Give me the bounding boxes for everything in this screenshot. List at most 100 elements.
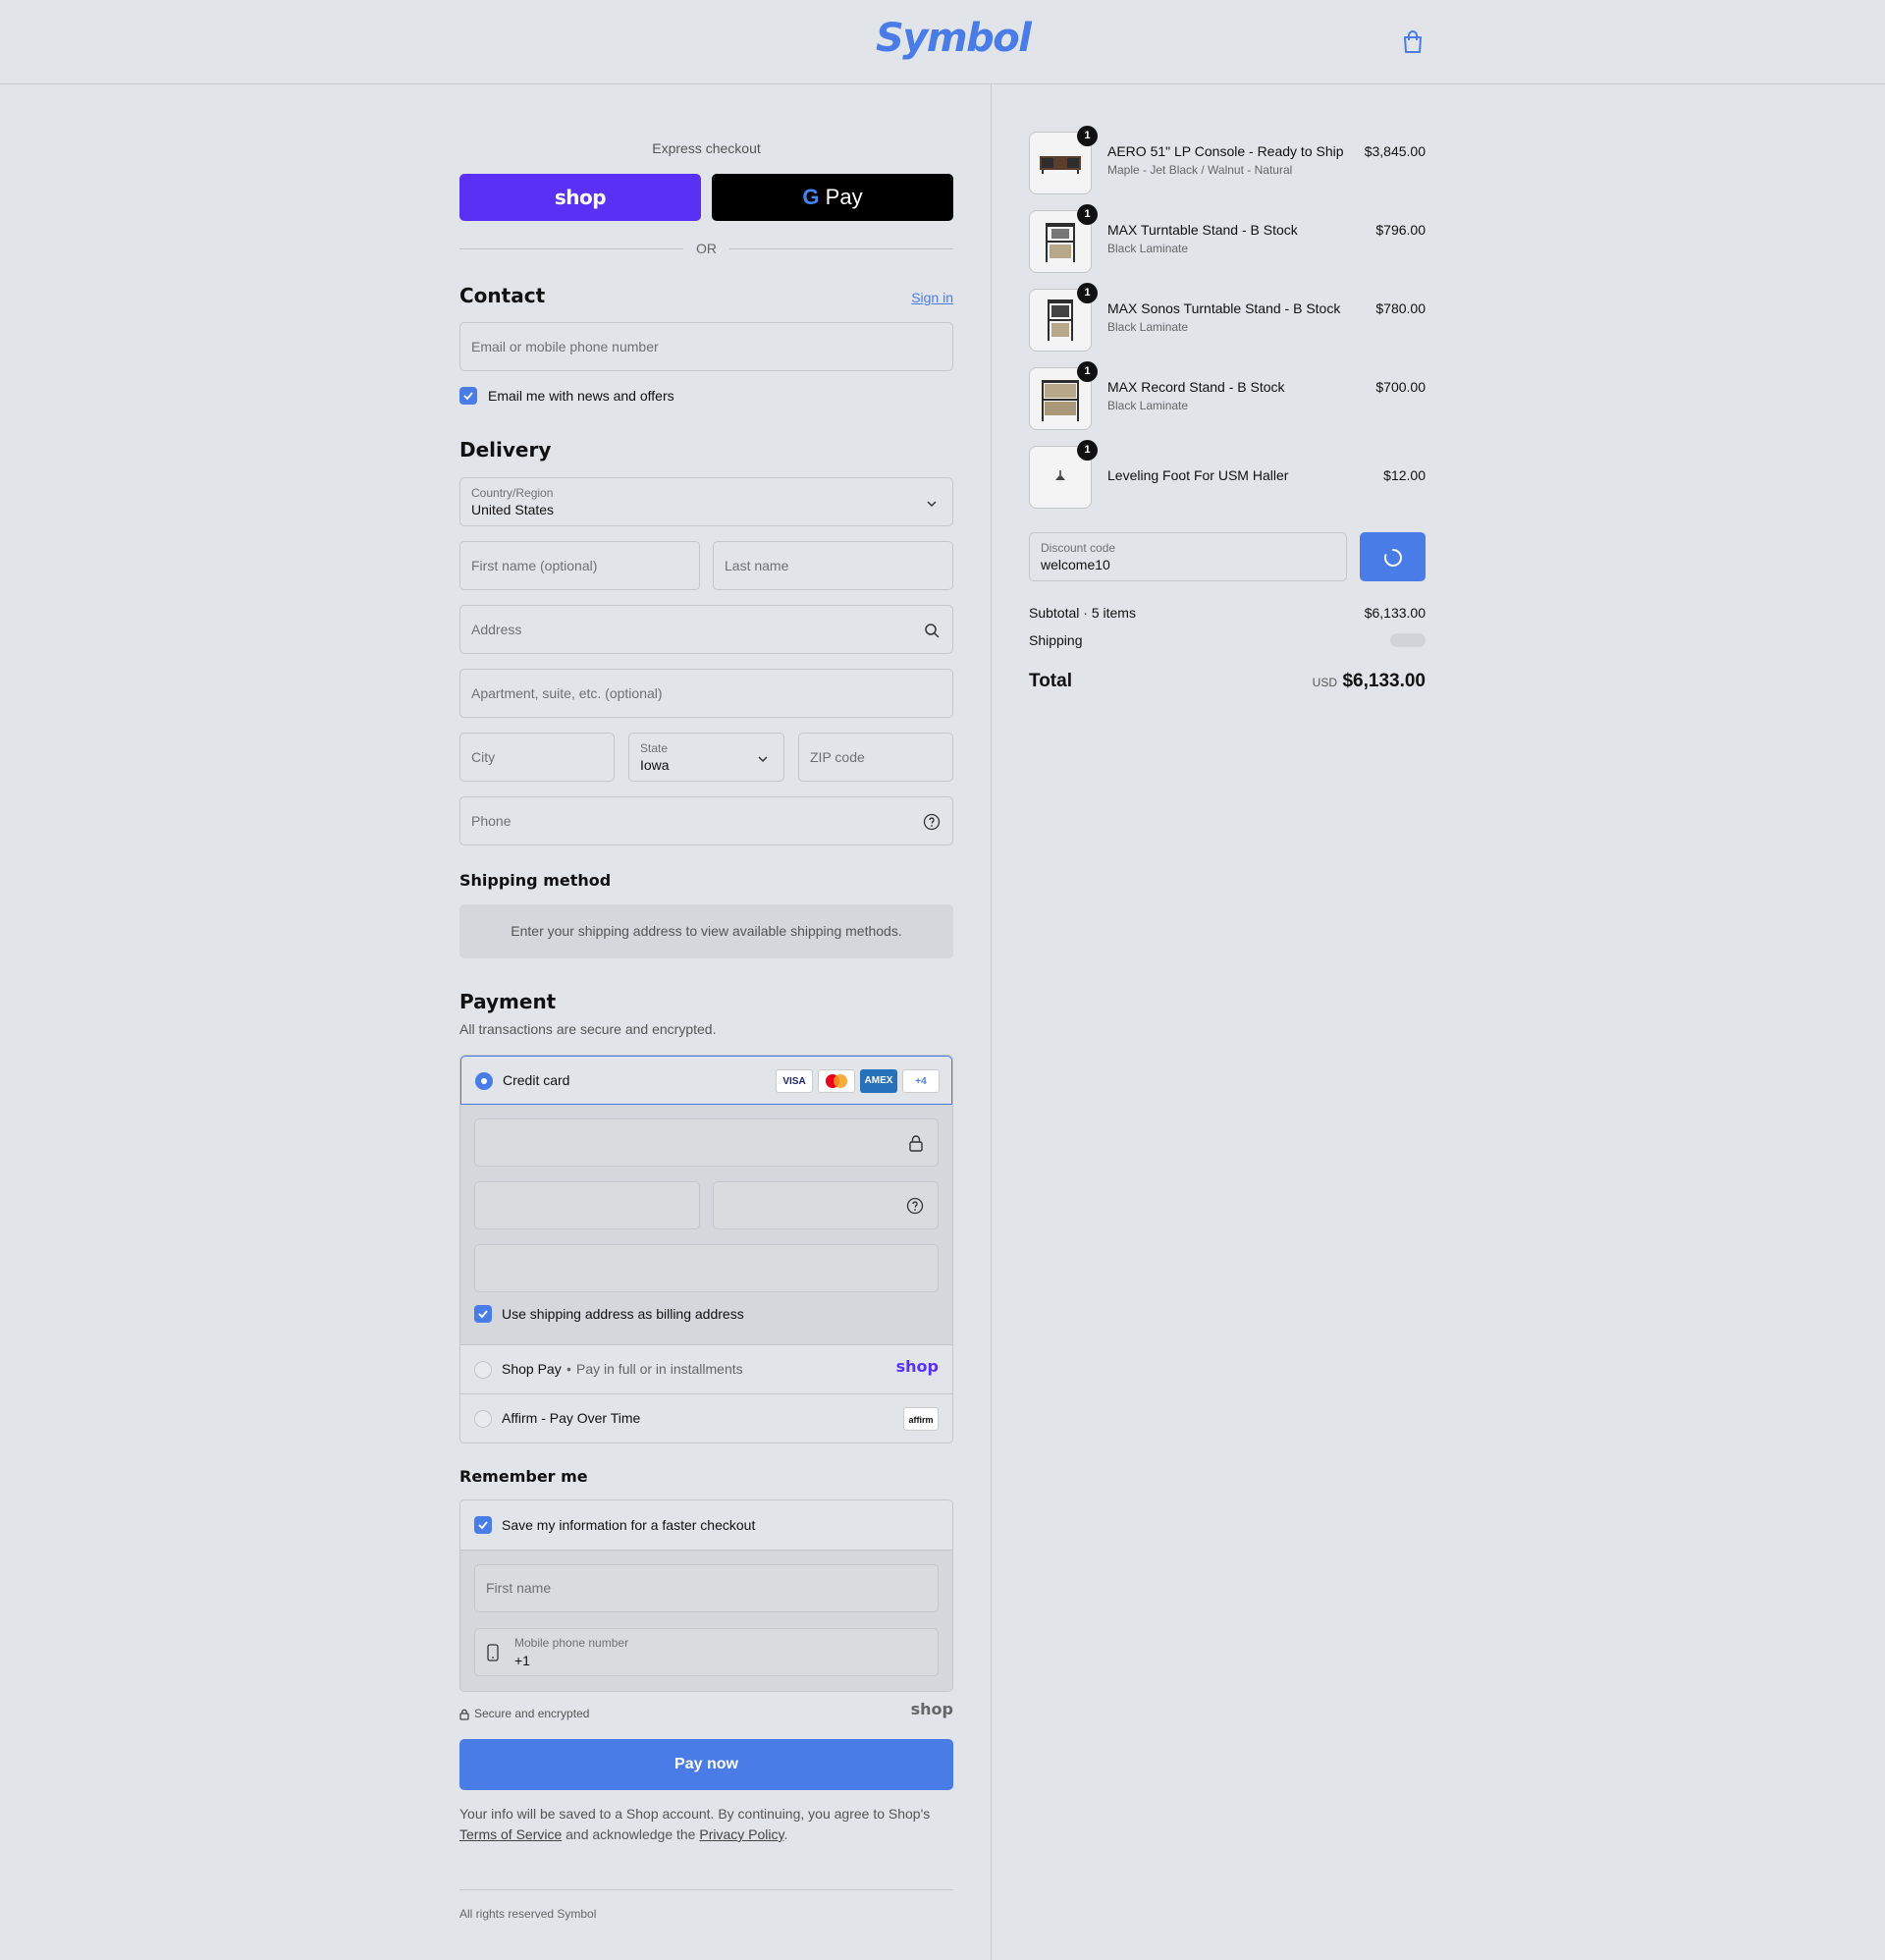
quantity-badge: 1 bbox=[1077, 126, 1098, 146]
credit-card-radio[interactable] bbox=[475, 1072, 493, 1090]
item-variant: Maple - Jet Black / Walnut - Natural bbox=[1107, 163, 1293, 177]
item-variant: Black Laminate bbox=[1107, 320, 1189, 334]
google-pay-button[interactable]: G Pay bbox=[712, 174, 953, 221]
footer-text: All rights reserved Symbol bbox=[459, 1907, 597, 1921]
security-code-field[interactable] bbox=[713, 1181, 939, 1229]
pay-now-button[interactable]: Pay now bbox=[459, 1739, 953, 1790]
shop-pay-label: Shop Pay bbox=[502, 1361, 562, 1377]
item-price: $3,845.00 bbox=[1364, 143, 1426, 159]
more-cards-badge: +4 bbox=[902, 1069, 940, 1093]
first-name-field[interactable]: First name (optional) bbox=[459, 541, 700, 590]
chevron-down-icon bbox=[758, 756, 768, 763]
cart-item: 1 AERO 51" LP Console - Ready to Ship Ma… bbox=[1029, 126, 1426, 194]
cart-item: 1 Leveling Foot For USM Haller $12.00 bbox=[1029, 440, 1426, 509]
lock-icon bbox=[459, 1709, 469, 1720]
google-pay-label: Pay bbox=[825, 185, 863, 209]
secure-label: Secure and encrypted bbox=[474, 1707, 590, 1720]
affirm-option[interactable]: Affirm - Pay Over Time affirm bbox=[460, 1393, 952, 1443]
footer-divider bbox=[459, 1889, 953, 1890]
affirm-logo: affirm bbox=[903, 1407, 939, 1431]
save-info-checkbox[interactable] bbox=[474, 1516, 492, 1534]
address-field[interactable]: Address bbox=[459, 605, 953, 654]
credit-card-label: Credit card bbox=[503, 1072, 570, 1088]
search-icon bbox=[925, 624, 940, 638]
legal-text: Your info will be saved to a Shop accoun… bbox=[459, 1806, 931, 1842]
item-name: MAX Sonos Turntable Stand - B Stock bbox=[1107, 300, 1341, 316]
shipping-method-title: Shipping method bbox=[459, 871, 612, 890]
cart-item: 1 MAX Turntable Stand - B Stock Black La… bbox=[1029, 204, 1426, 273]
product-thumbnail: 1 bbox=[1029, 204, 1098, 273]
mobile-phone-icon bbox=[487, 1644, 499, 1661]
name-on-card-field[interactable] bbox=[474, 1244, 939, 1292]
google-g-icon: G bbox=[802, 185, 820, 209]
visa-icon: VISA bbox=[776, 1069, 813, 1093]
total-label: Total bbox=[1029, 671, 1072, 691]
last-name-field[interactable]: Last name bbox=[713, 541, 953, 590]
shop-pay-logo: shop bbox=[895, 1357, 939, 1376]
shop-pay-radio[interactable] bbox=[474, 1361, 492, 1379]
billing-same-checkbox[interactable] bbox=[474, 1305, 492, 1323]
privacy-link[interactable]: Privacy Policy bbox=[699, 1826, 783, 1842]
payment-title: Payment bbox=[459, 990, 557, 1013]
shop-pay-button[interactable]: shop bbox=[459, 174, 701, 221]
shop-pay-option[interactable]: Shop Pay • Pay in full or in installment… bbox=[460, 1344, 952, 1393]
expiration-field[interactable] bbox=[474, 1181, 700, 1229]
delivery-title: Delivery bbox=[459, 438, 552, 462]
city-field[interactable]: City bbox=[459, 733, 615, 782]
credit-card-form: Use shipping address as billing address bbox=[460, 1105, 952, 1344]
subtotal-label: Subtotal · 5 items bbox=[1029, 605, 1136, 621]
express-checkout-label: Express checkout bbox=[652, 140, 761, 156]
loading-spinner-icon bbox=[1384, 549, 1402, 567]
product-thumbnail: 1 bbox=[1029, 283, 1098, 352]
total-value: $6,133.00 bbox=[1342, 671, 1426, 691]
remember-me-box: Save my information for a faster checkou… bbox=[459, 1499, 953, 1692]
mobile-phone-field[interactable]: Mobile phone number +1 bbox=[474, 1628, 939, 1676]
sign-in-link[interactable]: Sign in bbox=[911, 290, 953, 305]
brand-logo[interactable]: Symbol bbox=[876, 16, 1032, 61]
affirm-label: Affirm - Pay Over Time bbox=[502, 1410, 641, 1426]
shipping-label: Shipping bbox=[1029, 632, 1083, 648]
state-select[interactable]: State Iowa bbox=[628, 733, 784, 782]
item-name: MAX Turntable Stand - B Stock bbox=[1107, 222, 1298, 238]
affirm-radio[interactable] bbox=[474, 1410, 492, 1428]
help-icon[interactable] bbox=[923, 813, 941, 831]
terms-link[interactable]: Terms of Service bbox=[459, 1826, 562, 1842]
credit-card-option[interactable]: Credit card VISA AMEX +4 bbox=[460, 1056, 952, 1105]
quantity-badge: 1 bbox=[1077, 440, 1098, 461]
item-price: $700.00 bbox=[1375, 379, 1426, 395]
chevron-down-icon bbox=[927, 501, 937, 508]
amex-icon: AMEX bbox=[860, 1069, 897, 1093]
quantity-badge: 1 bbox=[1077, 361, 1098, 382]
bag-icon[interactable] bbox=[1402, 30, 1424, 54]
remember-first-name-field[interactable]: First name bbox=[474, 1564, 939, 1612]
product-thumbnail: 1 bbox=[1029, 361, 1098, 430]
help-icon[interactable] bbox=[906, 1197, 924, 1215]
item-variant: Black Laminate bbox=[1107, 242, 1189, 255]
shop-logo: shop bbox=[910, 1700, 953, 1718]
newsletter-label: Email me with news and offers bbox=[488, 388, 674, 404]
quantity-badge: 1 bbox=[1077, 283, 1098, 303]
cart-item: 1 MAX Sonos Turntable Stand - B Stock Bl… bbox=[1029, 283, 1426, 352]
country-select[interactable]: Country/Region United States bbox=[459, 477, 953, 526]
remember-form: First name Mobile phone number +1 bbox=[460, 1550, 952, 1691]
zip-field[interactable]: ZIP code bbox=[798, 733, 953, 782]
product-thumbnail: 1 bbox=[1029, 440, 1098, 509]
item-price: $796.00 bbox=[1375, 222, 1426, 238]
newsletter-checkbox[interactable] bbox=[459, 387, 477, 405]
header: Symbol bbox=[0, 0, 1885, 84]
apartment-field[interactable]: Apartment, suite, etc. (optional) bbox=[459, 669, 953, 718]
payment-methods: Credit card VISA AMEX +4 Use shipping ad… bbox=[459, 1055, 953, 1443]
apply-discount-button[interactable] bbox=[1360, 532, 1426, 581]
cart-item: 1 MAX Record Stand - B Stock Black Lamin… bbox=[1029, 361, 1426, 430]
mastercard-icon bbox=[818, 1069, 855, 1093]
save-info-label: Save my information for a faster checkou… bbox=[502, 1517, 756, 1533]
lock-icon bbox=[909, 1135, 923, 1152]
separator-dot: • bbox=[566, 1361, 571, 1377]
discount-code-field[interactable]: Discount code welcome10 bbox=[1029, 532, 1347, 581]
item-price: $12.00 bbox=[1383, 467, 1426, 483]
card-number-field[interactable] bbox=[474, 1118, 939, 1167]
phone-field[interactable]: Phone bbox=[459, 796, 953, 845]
shop-pay-sub: Pay in full or in installments bbox=[576, 1361, 743, 1377]
email-field[interactable]: Email or mobile phone number bbox=[459, 322, 953, 371]
item-name: MAX Record Stand - B Stock bbox=[1107, 379, 1285, 395]
